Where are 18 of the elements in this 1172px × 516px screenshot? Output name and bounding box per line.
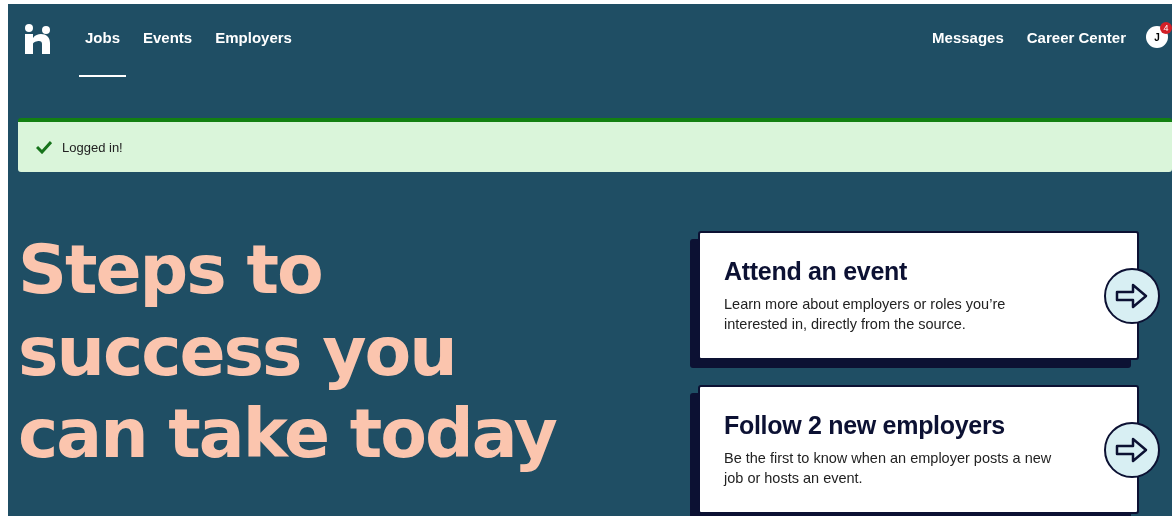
headline-line: can take today (18, 393, 558, 475)
notification-badge: 4 (1160, 22, 1172, 34)
check-icon (36, 140, 52, 154)
card-description: Be the first to know when an employer posts a new job or hosts an event. (724, 449, 1053, 488)
nav-tab[interactable]: Jobs (79, 5, 126, 77)
nav-tab[interactable]: Employers (215, 5, 292, 77)
card-title: Follow 2 new employers (724, 411, 1006, 440)
headline-line: Steps to (18, 229, 323, 311)
card-title: Attend an event (724, 257, 909, 286)
card-description: Learn more about employers or roles you’re interested in, directly from the source. (724, 295, 1007, 334)
arrow-icon (1115, 281, 1149, 310)
headline-line: success you (18, 311, 457, 393)
nav-link[interactable]: Career Center (1026, 5, 1126, 77)
nav-tab[interactable]: Events (143, 5, 193, 77)
arrow-icon (1115, 435, 1149, 464)
alert-message: Logged in! (62, 139, 123, 155)
logo-icon[interactable] (24, 24, 52, 54)
nav-link[interactable]: Messages (932, 5, 1004, 77)
